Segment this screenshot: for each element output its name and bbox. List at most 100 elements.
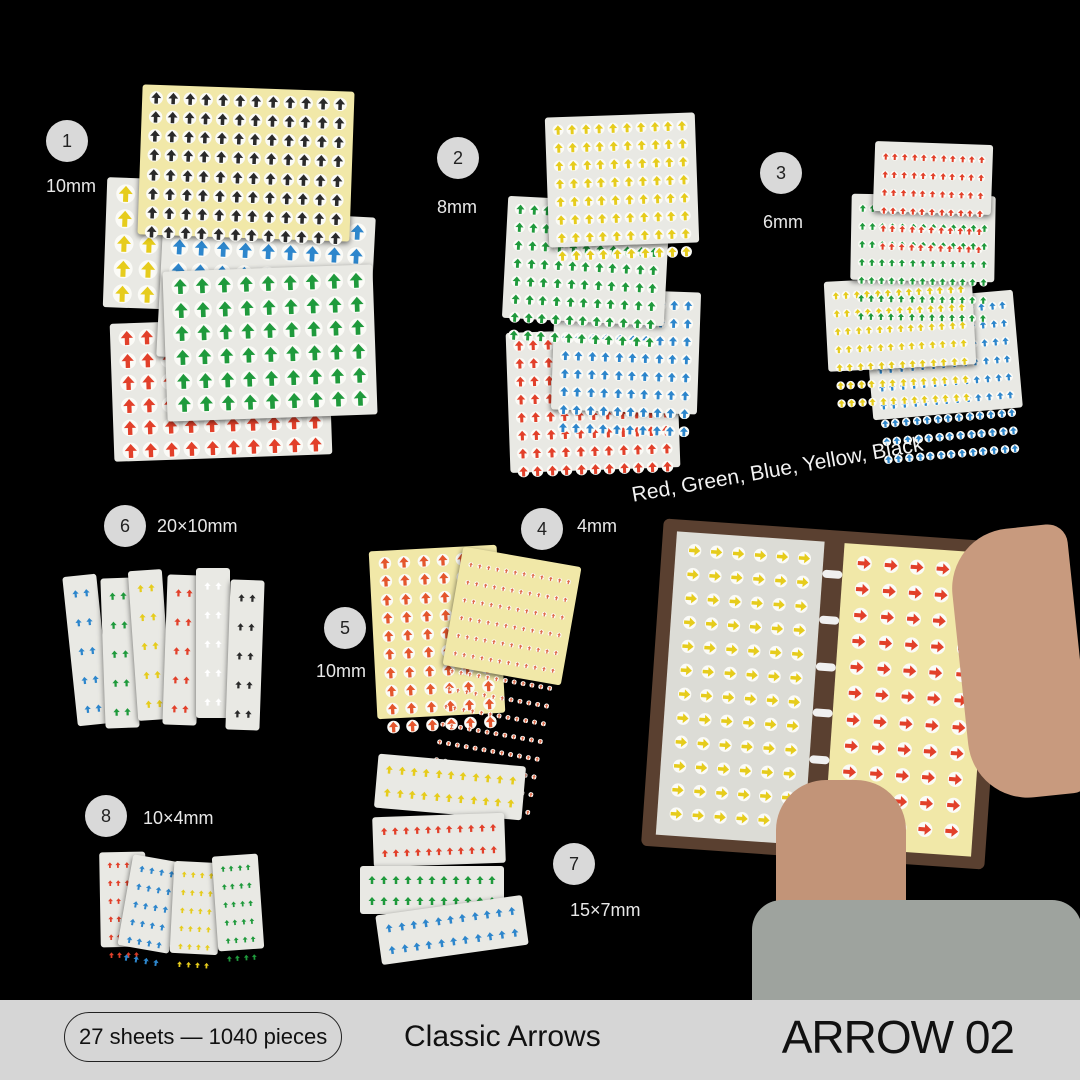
arrow-sticker-icon [903,637,920,659]
arrow-sticker-icon [760,764,775,784]
arrow-sticker-icon [148,604,159,634]
arrow-sticker-icon [631,442,644,460]
arrow-sticker-icon [908,255,917,273]
arrow-sticker-icon [550,294,563,313]
arrow-sticker-icon [312,192,327,212]
arrow-sticker-icon [508,310,521,329]
arrow-sticker-icon [661,459,674,477]
arrow-sticker-icon [432,912,445,935]
arrow-sticker-icon [477,819,487,841]
arrow-sticker-icon [877,375,887,393]
arrow-sticker-icon [841,287,851,305]
arrow-sticker-icon [638,210,650,228]
arrow-sticker-icon [494,770,506,794]
arrow-sticker-icon [530,766,538,785]
arrow-sticker-icon [107,912,114,930]
arrow-sticker-icon [977,425,988,444]
arrow-sticker-icon [564,571,572,590]
arrow-sticker-icon [552,642,560,661]
arrow-sticker-icon [90,667,102,697]
arrow-sticker-icon [679,388,691,406]
arrow-sticker-icon [247,152,262,172]
arrow-sticker-icon [787,694,802,714]
arrow-sticker-icon [850,633,867,655]
arrow-sticker-icon [1004,368,1015,387]
arrow-sticker-icon [238,322,258,346]
arrow-sticker-icon [635,138,648,156]
arrow-sticker-icon [530,410,543,428]
arrow-sticker-icon [899,202,908,220]
arrow-sticker-icon [832,305,842,323]
arrow-sticker-icon [433,765,445,789]
arrow-sticker-icon [586,349,598,367]
arrow-sticker-icon [652,210,664,228]
arrow-sticker-icon [530,428,543,446]
arrow-sticker-icon [542,695,550,714]
arrow-sticker-icon [584,403,596,421]
arrow-sticker-icon [195,922,203,940]
arrow-sticker-icon [792,622,807,642]
arrow-sticker-icon [263,171,278,191]
arrow-sticker-icon [507,689,515,708]
arrow-sticker-icon [948,291,957,309]
arrow-sticker-icon [93,696,105,726]
arrow-sticker-icon [918,203,927,221]
arrow-sticker-icon [591,296,604,315]
arrow-sticker-icon [519,673,527,692]
arrow-sticker-icon [919,167,928,185]
arrow-sticker-icon [948,273,957,291]
arrow-sticker-icon [316,96,331,116]
arrow-sticker-icon [555,624,563,643]
arrow-sticker-icon [631,316,644,335]
arrow-sticker-icon [326,319,346,343]
arrow-sticker-icon [646,442,659,460]
arrow-sticker-icon [547,568,555,587]
arrow-sticker-icon [456,842,466,864]
arrow-sticker-icon [876,635,893,657]
arrow-sticker-icon [115,183,136,209]
arrow-sticker-icon [991,351,1002,370]
arrow-sticker-icon [535,584,543,603]
arrow-sticker-icon [938,273,947,291]
arrow-sticker-icon [512,238,525,257]
group-number-badge: 3 [760,152,802,194]
arrow-sticker-icon [148,129,163,149]
arrow-sticker-icon [763,716,778,736]
arrow-sticker-icon [141,663,152,693]
arrow-sticker-icon [727,594,742,614]
arrow-sticker-icon [329,193,344,213]
arrow-sticker-icon [141,418,159,441]
arrow-sticker-icon [649,120,661,138]
arrow-sticker-icon [111,284,132,310]
arrow-sticker-icon [677,686,692,706]
arrow-sticker-icon [965,240,974,258]
arrow-sticker-icon [135,576,146,606]
arrow-sticker-icon [79,668,91,698]
arrow-sticker-icon [164,149,179,169]
arrow-sticker-icon [680,352,692,370]
arrow-sticker-icon [528,374,541,392]
arrow-sticker-icon [194,323,214,347]
arrow-sticker-icon [927,221,936,239]
arrow-sticker-icon [979,334,990,353]
arrow-sticker-icon [954,408,965,427]
arrow-sticker-icon [559,366,571,384]
arrow-sticker-icon [391,893,401,914]
arrow-sticker-icon [472,628,480,647]
arrow-sticker-icon [117,329,135,352]
arrow-sticker-icon [968,274,978,292]
arrow-sticker-icon [580,140,592,158]
arrow-sticker-icon [557,420,569,438]
arrow-sticker-icon [204,923,212,941]
arrow-sticker-icon [171,639,181,668]
arrow-sticker-icon [420,609,434,628]
arrow-sticker-icon [890,414,901,433]
arrow-sticker-icon [846,685,863,707]
arrow-sticker-icon [610,422,622,440]
arrow-sticker-icon [868,218,877,236]
arrow-sticker-icon [112,259,133,285]
arrow-sticker-icon [264,133,279,153]
arrow-sticker-icon [959,256,968,274]
arrow-sticker-icon [566,141,579,159]
arrow-sticker-icon [857,272,866,290]
